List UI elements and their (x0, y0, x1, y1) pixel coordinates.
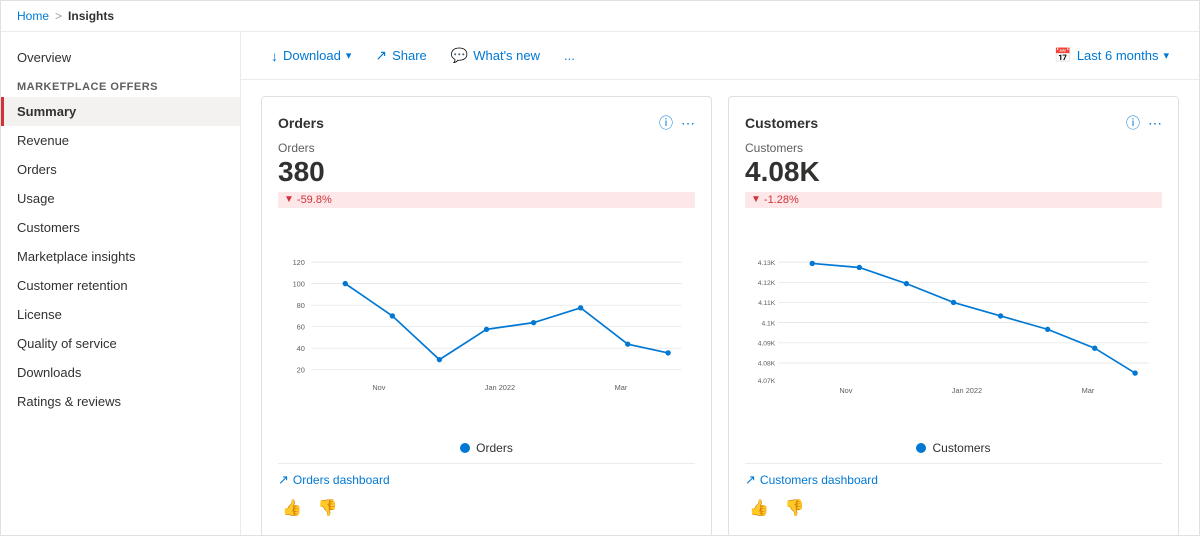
orders-legend-dot (460, 443, 470, 453)
customers-metric-label: Customers (745, 141, 1162, 155)
sidebar-item-license[interactable]: License (1, 300, 240, 329)
sidebar-item-marketplace-insights[interactable]: Marketplace insights (1, 242, 240, 271)
customers-info-icon[interactable]: ⓘ (1126, 113, 1140, 133)
more-button[interactable]: ... (554, 43, 585, 68)
customers-dashboard-link[interactable]: ↗ Customers dashboard (745, 472, 1162, 488)
sidebar-item-ratings-reviews[interactable]: Ratings & reviews (1, 387, 240, 416)
orders-card-header: Orders ⓘ ⋯ (278, 113, 695, 133)
breadcrumb-current: Insights (68, 9, 114, 23)
sidebar-item-revenue[interactable]: Revenue (1, 126, 240, 155)
whats-new-button[interactable]: 💬 What's new (441, 42, 550, 69)
svg-text:Nov: Nov (372, 383, 385, 392)
orders-card-actions: 👍 👎 (278, 496, 695, 520)
svg-text:40: 40 (297, 344, 305, 353)
breadcrumb-home[interactable]: Home (17, 9, 49, 23)
customers-legend: Customers (745, 441, 1162, 455)
orders-info-icon[interactable]: ⓘ (659, 113, 673, 133)
customers-badge-arrow: ▼ (751, 194, 761, 205)
sidebar-item-summary[interactable]: Summary (1, 97, 240, 126)
orders-metric-value: 380 (278, 157, 695, 188)
svg-text:Nov: Nov (839, 386, 852, 395)
svg-text:120: 120 (293, 258, 305, 267)
customers-badge-value: -1.28% (764, 194, 799, 206)
orders-badge-arrow: ▼ (284, 194, 294, 205)
svg-text:4.09K: 4.09K (758, 340, 776, 347)
orders-card: Orders ⓘ ⋯ Orders 380 ▼ -59.8% (261, 96, 712, 535)
orders-chart-svg: 120 100 80 60 40 20 Nov Jan 2022 Mar (278, 216, 695, 436)
download-button[interactable]: ↓ Download ▾ (261, 43, 361, 69)
sidebar-section-label: Marketplace offers (1, 71, 240, 97)
customers-dashboard-icon: ↗ (745, 472, 756, 488)
sidebar-item-downloads[interactable]: Downloads (1, 358, 240, 387)
cards-grid: Orders ⓘ ⋯ Orders 380 ▼ -59.8% (241, 80, 1199, 535)
download-icon: ↓ (271, 48, 278, 64)
orders-chart: 120 100 80 60 40 20 Nov Jan 2022 Mar (278, 216, 695, 455)
breadcrumb-separator: > (55, 9, 62, 23)
breadcrumb: Home > Insights (1, 1, 1199, 32)
content-area: ↓ Download ▾ ↗ Share 💬 What's new ... (241, 32, 1199, 535)
customers-metric-badge: ▼ -1.28% (745, 192, 1162, 208)
customers-card-title: Customers (745, 115, 818, 131)
svg-text:4.1K: 4.1K (761, 320, 775, 327)
customers-card-actions: 👍 👎 (745, 496, 1162, 520)
sidebar-item-quality-of-service[interactable]: Quality of service (1, 329, 240, 358)
sidebar-item-overview[interactable]: Overview (1, 44, 240, 71)
customers-card-icons: ⓘ ⋯ (1126, 113, 1162, 133)
sidebar-item-orders[interactable]: Orders (1, 155, 240, 184)
customers-legend-label: Customers (932, 441, 990, 455)
calendar-icon: 📅 (1054, 47, 1071, 64)
customers-card-header: Customers ⓘ ⋯ (745, 113, 1162, 133)
svg-text:100: 100 (293, 279, 305, 288)
orders-metric-badge: ▼ -59.8% (278, 192, 695, 208)
sidebar-item-customers[interactable]: Customers (1, 213, 240, 242)
customers-legend-dot (916, 443, 926, 453)
svg-text:20: 20 (297, 365, 305, 374)
svg-text:80: 80 (297, 301, 305, 310)
toolbar: ↓ Download ▾ ↗ Share 💬 What's new ... (241, 32, 1199, 80)
orders-more-icon[interactable]: ⋯ (681, 115, 695, 132)
svg-text:4.07K: 4.07K (758, 378, 776, 385)
customers-card: Customers ⓘ ⋯ Customers 4.08K ▼ -1.28% (728, 96, 1179, 535)
orders-card-footer: ↗ Orders dashboard 👍 👎 (278, 463, 695, 520)
svg-text:4.13K: 4.13K (758, 260, 776, 267)
share-button[interactable]: ↗ Share (365, 42, 436, 69)
orders-dashboard-link[interactable]: ↗ Orders dashboard (278, 472, 695, 488)
svg-text:Mar: Mar (1082, 386, 1095, 395)
svg-text:4.08K: 4.08K (758, 360, 776, 367)
customers-chart-svg: 4.13K 4.12K 4.11K 4.1K 4.09K 4.08K 4.07K… (745, 216, 1162, 436)
svg-text:4.12K: 4.12K (758, 280, 776, 287)
sidebar: Overview Marketplace offers Summary Reve… (1, 32, 241, 535)
orders-thumbs-down-button[interactable]: 👎 (314, 496, 342, 520)
date-range-chevron-icon: ▾ (1163, 49, 1169, 62)
svg-text:Jan 2022: Jan 2022 (485, 383, 515, 392)
customers-metric-value: 4.08K (745, 157, 1162, 188)
customers-thumbs-down-button[interactable]: 👎 (781, 496, 809, 520)
orders-metric-label: Orders (278, 141, 695, 155)
orders-legend: Orders (278, 441, 695, 455)
svg-text:4.11K: 4.11K (758, 300, 776, 307)
orders-dashboard-icon: ↗ (278, 472, 289, 488)
orders-card-icons: ⓘ ⋯ (659, 113, 695, 133)
sidebar-item-usage[interactable]: Usage (1, 184, 240, 213)
customers-card-footer: ↗ Customers dashboard 👍 👎 (745, 463, 1162, 520)
whats-new-icon: 💬 (451, 47, 468, 64)
share-icon: ↗ (375, 47, 387, 64)
customers-chart: 4.13K 4.12K 4.11K 4.1K 4.09K 4.08K 4.07K… (745, 216, 1162, 455)
orders-legend-label: Orders (476, 441, 513, 455)
customers-more-icon[interactable]: ⋯ (1148, 115, 1162, 132)
download-chevron-icon: ▾ (346, 49, 352, 62)
sidebar-item-customer-retention[interactable]: Customer retention (1, 271, 240, 300)
svg-text:Jan 2022: Jan 2022 (952, 386, 982, 395)
date-range-button[interactable]: 📅 Last 6 months ▾ (1044, 42, 1179, 69)
svg-text:60: 60 (297, 322, 305, 331)
customers-thumbs-up-button[interactable]: 👍 (745, 496, 773, 520)
orders-thumbs-up-button[interactable]: 👍 (278, 496, 306, 520)
orders-card-title: Orders (278, 115, 324, 131)
svg-text:Mar: Mar (615, 383, 628, 392)
orders-badge-value: -59.8% (297, 194, 332, 206)
